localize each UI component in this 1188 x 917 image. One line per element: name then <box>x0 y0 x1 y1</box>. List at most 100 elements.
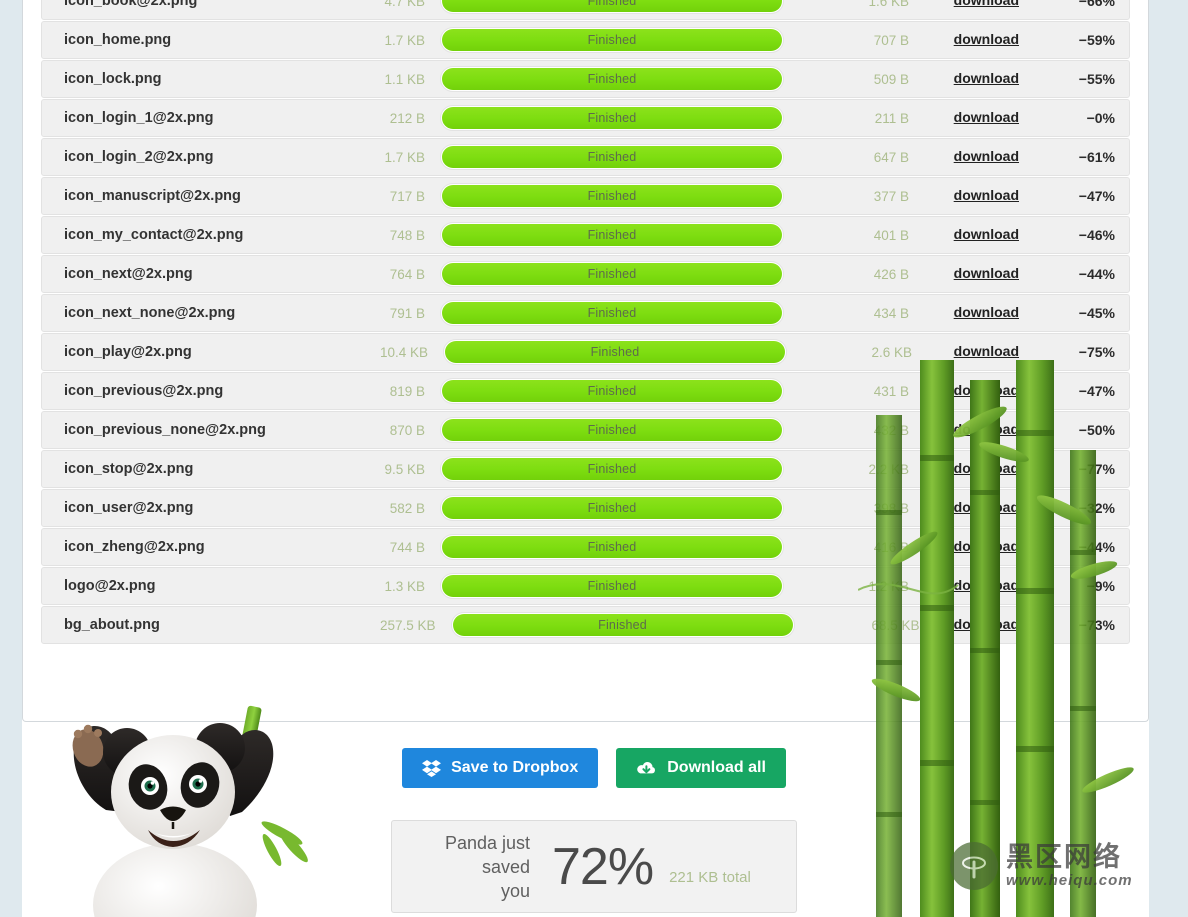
compressed-size: 401 B <box>873 227 909 243</box>
download-cell: download <box>909 226 1067 244</box>
download-link[interactable]: download <box>954 343 1019 359</box>
progress-bar: Finished <box>425 300 799 326</box>
download-cell: download <box>909 70 1067 88</box>
file-name: icon_book@2x.png <box>64 0 198 9</box>
progress-bar: Finished <box>425 456 799 482</box>
file-name: bg_about.png <box>64 617 160 633</box>
progress-track: Finished <box>440 105 784 131</box>
download-link[interactable]: download <box>954 70 1019 86</box>
progress-status-label: Finished <box>587 0 637 8</box>
table-row: icon_next_none@2x.png 791 B Finished 434 B d… <box>41 294 1130 332</box>
table-row: icon_book@2x.png 4.7 KB Finished 1.6 KB down… <box>41 0 1130 20</box>
watermark-logo-icon <box>950 842 998 890</box>
download-link[interactable]: download <box>954 148 1019 164</box>
file-name: icon_user@2x.png <box>64 500 194 516</box>
savings-percent-cell: −45% <box>1078 305 1115 321</box>
savings-percent: 72% <box>552 837 654 896</box>
file-name: icon_previous@2x.png <box>64 383 224 399</box>
compressed-size: 377 B <box>873 188 909 204</box>
compressed-size: 2.6 KB <box>871 344 913 360</box>
save-to-dropbox-label: Save to Dropbox <box>451 759 579 776</box>
file-name: icon_next@2x.png <box>64 266 193 282</box>
compressed-size: 211 B <box>874 110 909 126</box>
original-size: 1.7 KB <box>384 149 425 165</box>
progress-bar: Finished <box>425 144 799 170</box>
original-size: 1.3 KB <box>384 578 425 594</box>
download-cell: download <box>909 187 1067 205</box>
original-size: 582 B <box>389 500 425 516</box>
progress-status-label: Finished <box>590 345 640 359</box>
progress-bar: Finished <box>428 339 802 365</box>
savings-percent-cell: −44% <box>1078 266 1115 282</box>
savings-percent-cell: −61% <box>1078 149 1115 165</box>
savings-percent-cell: −0% <box>1086 110 1115 126</box>
compressed-size: 434 B <box>873 305 909 321</box>
table-row: icon_my_contact@2x.png 748 B Finished 401 B… <box>41 216 1130 254</box>
savings-caption-line2: you <box>500 880 530 901</box>
table-row: icon_manuscript@2x.png 717 B Finished 377 B… <box>41 177 1130 215</box>
savings-percent-cell: −55% <box>1078 71 1115 87</box>
file-name: icon_login_1@2x.png <box>64 110 214 126</box>
progress-bar: Finished <box>425 534 799 560</box>
file-name: icon_stop@2x.png <box>64 461 194 477</box>
original-size: 744 B <box>389 539 425 555</box>
progress-bar: Finished <box>425 495 799 521</box>
download-all-button[interactable]: Download all <box>616 748 786 788</box>
progress-status-label: Finished <box>598 618 647 632</box>
original-size: 212 B <box>389 110 425 126</box>
download-link[interactable]: download <box>954 187 1019 203</box>
original-size: 764 B <box>389 266 425 282</box>
original-size: 1.7 KB <box>384 32 425 48</box>
progress-bar: Finished <box>425 573 799 599</box>
file-name: icon_login_2@2x.png <box>64 149 214 165</box>
progress-bar: Finished <box>425 27 799 53</box>
download-cell: download <box>909 148 1067 166</box>
savings-percent-cell: −75% <box>1078 344 1115 360</box>
progress-track: Finished <box>440 261 784 287</box>
progress-status-label: Finished <box>587 267 637 281</box>
download-cell: download <box>909 265 1067 283</box>
file-name: icon_manuscript@2x.png <box>64 188 241 204</box>
progress-status-label: Finished <box>587 72 637 86</box>
compressed-size: 647 B <box>873 149 909 165</box>
table-row: icon_login_1@2x.png 212 B Finished 211 B dow… <box>41 99 1130 137</box>
dropbox-icon <box>422 759 442 777</box>
progress-status-label: Finished <box>587 306 637 320</box>
watermark-site-name: 黑区网络 <box>1006 842 1122 873</box>
download-link[interactable]: download <box>954 31 1019 47</box>
download-link[interactable]: download <box>954 109 1019 125</box>
progress-track: Finished <box>440 222 784 248</box>
progress-status-label: Finished <box>587 33 637 47</box>
savings-percent-cell: −47% <box>1078 188 1115 204</box>
download-link[interactable]: download <box>954 304 1019 320</box>
progress-status-label: Finished <box>587 501 637 515</box>
progress-bar: Finished <box>425 417 799 443</box>
file-name: icon_lock.png <box>64 71 162 87</box>
download-cell: download <box>912 343 1067 361</box>
compressed-size: 426 B <box>873 266 909 282</box>
download-link[interactable]: download <box>954 265 1019 281</box>
progress-bar: Finished <box>425 222 799 248</box>
savings-caption: Panda just saved you <box>392 831 530 903</box>
table-row: icon_lock.png 1.1 KB Finished 509 B download… <box>41 60 1130 98</box>
savings-percent-cell: −66% <box>1078 0 1115 9</box>
site-watermark: 黑区网络 www.heiqu.com <box>950 842 1133 890</box>
progress-status-label: Finished <box>587 540 637 554</box>
progress-status-label: Finished <box>587 423 637 437</box>
progress-track: Finished <box>440 378 784 404</box>
file-name: icon_zheng@2x.png <box>64 539 205 555</box>
savings-caption-line1: Panda just saved <box>444 832 530 877</box>
progress-status-label: Finished <box>587 579 637 593</box>
original-size: 257.5 KB <box>380 617 436 633</box>
table-row: icon_home.png 1.7 KB Finished 707 B download… <box>41 21 1130 59</box>
panda-mascot <box>72 705 308 917</box>
compressed-size: 509 B <box>873 71 909 87</box>
save-to-dropbox-button[interactable]: Save to Dropbox <box>402 748 599 788</box>
download-link[interactable]: download <box>954 0 1019 8</box>
progress-track: Finished <box>450 612 795 638</box>
progress-status-label: Finished <box>587 111 637 125</box>
download-link[interactable]: download <box>954 226 1019 242</box>
progress-track: Finished <box>443 339 788 365</box>
progress-track: Finished <box>440 183 784 209</box>
progress-track: Finished <box>440 300 784 326</box>
